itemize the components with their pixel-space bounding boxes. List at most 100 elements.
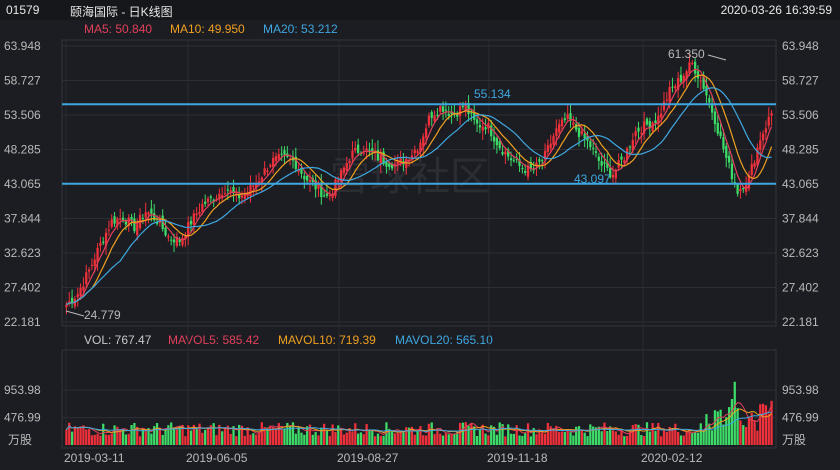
y-tick-right: 53.506 <box>782 108 819 122</box>
volume-bar <box>436 428 439 445</box>
volume-bar <box>750 412 753 445</box>
volume-bar <box>73 426 77 445</box>
candle-body <box>79 287 82 296</box>
volume-bar <box>475 435 479 445</box>
volume-bar <box>283 428 286 445</box>
candle-body <box>558 124 561 133</box>
volume-bar <box>337 425 340 445</box>
candle-body <box>710 104 714 113</box>
volume-bar <box>507 424 510 445</box>
volume-bar <box>334 431 337 445</box>
candle-body <box>589 141 592 148</box>
candle-body <box>662 101 666 111</box>
volume-bar <box>450 433 453 445</box>
candle-body <box>674 85 677 89</box>
volume-bar <box>141 429 145 445</box>
volume-bar <box>255 434 258 445</box>
volume-bar <box>470 423 473 445</box>
volume-bar <box>682 435 685 445</box>
volume-bar <box>85 429 88 445</box>
candle-body <box>204 201 207 204</box>
candle-body <box>572 122 575 125</box>
volume-bar <box>662 430 666 445</box>
volume-bar <box>759 404 762 445</box>
candle-body <box>167 236 170 238</box>
candle-body <box>713 111 717 125</box>
candle-body <box>136 224 139 236</box>
candle-body <box>430 112 433 118</box>
candle-body <box>164 227 167 236</box>
candle-body <box>424 128 428 138</box>
volume-bar <box>161 434 164 445</box>
candle-body <box>750 163 753 175</box>
volume-bar <box>702 430 705 445</box>
candle-body <box>201 203 204 212</box>
volume-bar <box>221 431 224 445</box>
volume-bar <box>172 427 176 445</box>
candle-body <box>716 122 719 134</box>
y-tick-left: 48.285 <box>4 143 41 157</box>
candle-body <box>379 155 382 164</box>
candle-body <box>266 170 269 172</box>
volume-bar <box>136 426 139 445</box>
volume-bar <box>699 423 702 445</box>
volume-bar <box>133 422 136 445</box>
volume-bar <box>487 435 490 445</box>
volume-bar <box>345 432 348 445</box>
volume-bar <box>104 434 108 445</box>
volume-bar <box>441 435 445 445</box>
candle-body <box>354 147 357 151</box>
volume-bar <box>535 434 538 445</box>
candle-body <box>583 133 586 139</box>
volume-bar <box>555 425 558 445</box>
candle-body <box>238 194 241 199</box>
volume-bar <box>201 432 204 445</box>
candle-body <box>484 127 487 130</box>
candle-body <box>436 114 439 116</box>
x-tick-label: 2020-02-12 <box>641 451 703 465</box>
volume-bar <box>722 424 725 445</box>
candle-body <box>549 143 552 149</box>
volume-bar <box>560 431 564 445</box>
volume-bar <box>696 432 700 445</box>
volume-bar <box>314 432 317 445</box>
volume-bar <box>269 425 272 445</box>
volume-bar <box>563 432 566 445</box>
candle-body <box>699 80 702 82</box>
level-label-lower: 43.097 <box>574 172 611 186</box>
candle-body <box>563 118 566 121</box>
volume-bar <box>719 409 722 445</box>
candle-body <box>195 213 198 216</box>
volume-bar <box>325 430 329 445</box>
volume-bar <box>144 431 147 445</box>
volume-bar <box>458 422 462 445</box>
candle-body <box>362 152 365 154</box>
candle-body <box>277 154 280 160</box>
volume-bar <box>356 433 360 445</box>
candle-body <box>577 127 581 137</box>
volume-bar <box>504 436 507 445</box>
volume-bar <box>96 433 99 445</box>
candle-body <box>76 294 79 298</box>
volume-bar <box>708 423 711 445</box>
x-tick-label: 2019-03-11 <box>64 451 125 465</box>
volume-bar <box>580 430 583 445</box>
volume-bar <box>297 427 300 445</box>
candle-body <box>611 174 615 178</box>
candle-body <box>481 126 484 131</box>
volume-bar <box>300 432 303 445</box>
candle-body <box>198 211 201 214</box>
candle-body <box>764 128 768 133</box>
volume-bar <box>107 434 111 445</box>
candle-body <box>566 114 569 120</box>
candle-body <box>249 185 252 197</box>
level-label-upper: 55.134 <box>474 87 511 101</box>
volume-bar <box>645 422 649 445</box>
volume-bar <box>311 434 314 445</box>
candle-body <box>498 141 501 149</box>
volume-bar <box>767 413 770 445</box>
volume-bar <box>274 428 278 445</box>
vol-tick-left: 476.99 <box>4 411 41 425</box>
volume-bar <box>725 417 728 445</box>
low-annotation: 24.779 <box>84 308 121 322</box>
